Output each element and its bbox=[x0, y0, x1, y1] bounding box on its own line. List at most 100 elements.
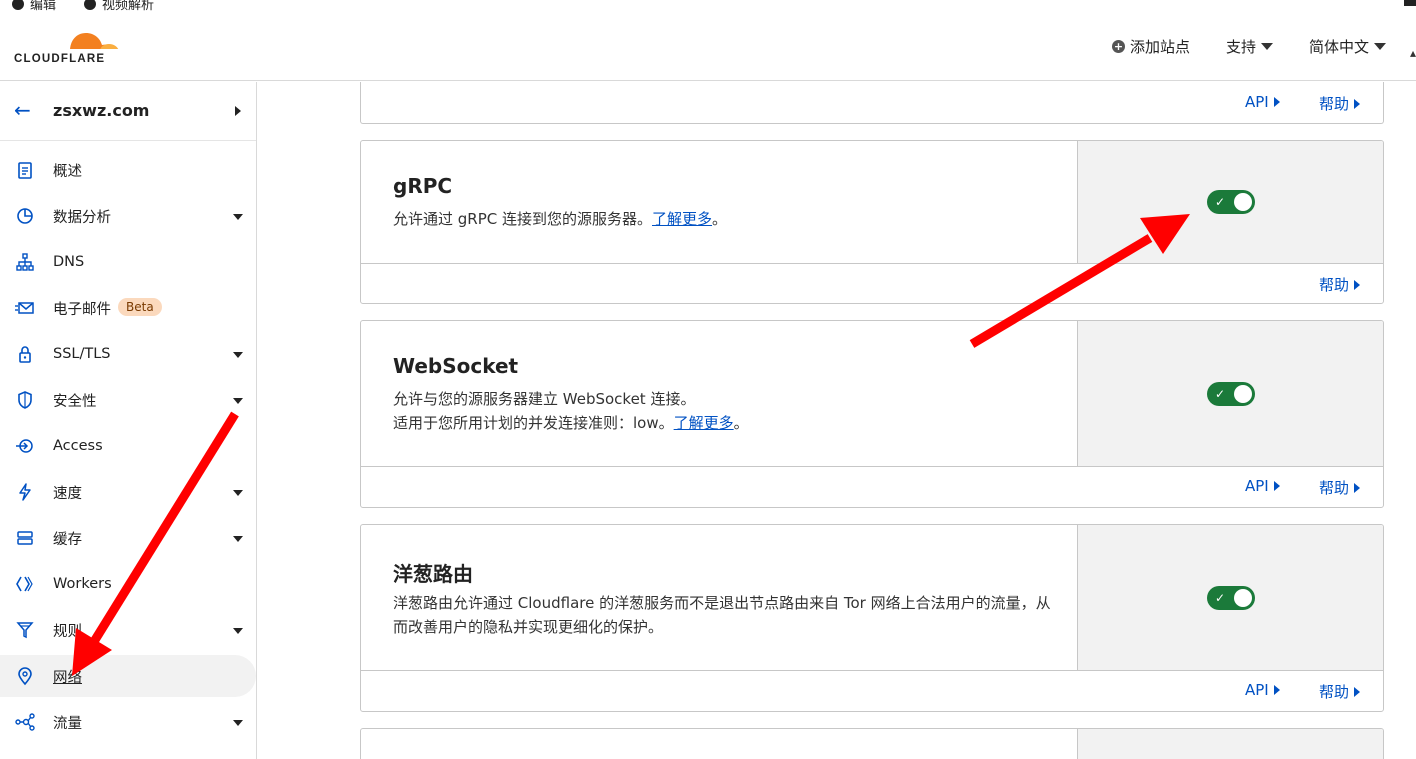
top-header: CLOUDFLARE + 添加站点 支持 简体中文 ▴ bbox=[0, 12, 1416, 81]
help-link[interactable]: 帮助 bbox=[1319, 681, 1361, 702]
help-link[interactable]: 帮助 bbox=[1319, 93, 1361, 114]
onion-routing-card: 洋葱路由 洋葱路由允许通过 Cloudflare 的洋葱服务而不是退出节点路由来… bbox=[360, 524, 1384, 712]
chevron-down-icon[interactable] bbox=[233, 536, 243, 542]
sidebar-item-location-pin[interactable]: 网络 bbox=[0, 655, 256, 697]
lock-icon bbox=[15, 344, 35, 364]
cloud-logo-icon bbox=[70, 33, 120, 51]
sidebar-item-workers[interactable]: Workers bbox=[0, 563, 256, 605]
access-icon bbox=[15, 436, 35, 456]
funnel-icon bbox=[15, 620, 35, 640]
sidebar-item-access[interactable]: Access bbox=[0, 425, 256, 467]
language-dropdown[interactable]: 简体中文 bbox=[1309, 36, 1386, 57]
storage-icon bbox=[15, 528, 35, 548]
triangle-right-icon bbox=[1354, 98, 1361, 109]
chevron-down-icon[interactable] bbox=[233, 490, 243, 496]
sidebar-item-label: SSL/TLS bbox=[53, 346, 111, 362]
add-site-button[interactable]: + 添加站点 bbox=[1111, 36, 1190, 57]
email-icon bbox=[15, 298, 35, 318]
pie-chart-icon bbox=[15, 206, 35, 226]
grpc-toggle[interactable]: ✓ bbox=[1207, 190, 1255, 214]
sidebar-item-funnel[interactable]: 规则 bbox=[0, 609, 256, 651]
check-icon: ✓ bbox=[1215, 591, 1226, 605]
sidebar-item-network-tree[interactable]: DNS bbox=[0, 241, 256, 283]
bookmark-edit[interactable]: 编辑 bbox=[12, 0, 56, 12]
sidebar-item-lightning[interactable]: 速度 bbox=[0, 471, 256, 513]
logo-wordmark: CLOUDFLARE bbox=[14, 53, 106, 65]
header-actions: + 添加站点 支持 简体中文 bbox=[1111, 36, 1386, 57]
card-control bbox=[1077, 729, 1383, 759]
sidebar: ← zsxwz.com 概述数据分析 DNS 电子邮件 Beta SSL/TLS 安全性 A… bbox=[0, 82, 257, 759]
api-link[interactable]: API bbox=[1245, 477, 1280, 495]
bookmark-icon bbox=[12, 0, 24, 10]
chevron-down-icon bbox=[1260, 43, 1273, 50]
triangle-right-icon bbox=[1354, 279, 1361, 290]
triangle-right-icon bbox=[1354, 482, 1361, 493]
support-dropdown[interactable]: 支持 bbox=[1226, 36, 1273, 57]
card-description: 洋葱路由允许通过 Cloudflare 的洋葱服务而不是退出节点路由来自 Tor… bbox=[393, 594, 1051, 636]
card-footer: API 帮助 bbox=[361, 671, 1383, 711]
chevron-down-icon[interactable] bbox=[233, 214, 243, 220]
onion-routing-toggle[interactable]: ✓ bbox=[1207, 586, 1255, 610]
sidebar-item-label: 电子邮件 bbox=[53, 301, 111, 318]
chevron-down-icon[interactable] bbox=[233, 720, 243, 726]
network-tree-icon bbox=[15, 252, 35, 272]
chevron-down-icon[interactable] bbox=[233, 628, 243, 634]
card-body: WebSocket 允许与您的源服务器建立 WebSocket 连接。 适用于您… bbox=[361, 321, 1383, 467]
sidebar-item-storage[interactable]: 缓存 bbox=[0, 517, 256, 559]
card-content: gRPC 允许通过 gRPC 连接到您的源服务器。了解更多。 bbox=[361, 141, 1077, 263]
partial-setting-card: API 帮助 bbox=[360, 82, 1384, 124]
card-footer: API 帮助 bbox=[361, 467, 1383, 507]
websocket-toggle[interactable]: ✓ bbox=[1207, 382, 1255, 406]
traffic-icon bbox=[15, 712, 35, 732]
sidebar-item-label: Access bbox=[53, 438, 103, 454]
help-link[interactable]: 帮助 bbox=[1319, 477, 1361, 498]
learn-more-link[interactable]: 了解更多 bbox=[652, 210, 712, 228]
window-edge bbox=[1404, 0, 1416, 6]
chevron-down-icon[interactable] bbox=[233, 398, 243, 404]
site-name: zsxwz.com bbox=[53, 101, 150, 120]
workers-icon bbox=[15, 574, 35, 594]
help-link[interactable]: 帮助 bbox=[1319, 274, 1361, 295]
chevron-down-icon[interactable] bbox=[233, 352, 243, 358]
sidebar-item-shield[interactable]: 安全性 bbox=[0, 379, 256, 421]
card-title: gRPC bbox=[393, 174, 453, 198]
toggle-knob bbox=[1234, 385, 1252, 403]
sidebar-item-label: 数据分析 bbox=[53, 209, 111, 226]
card-control: ✓ bbox=[1077, 321, 1383, 466]
lightning-icon bbox=[15, 482, 35, 502]
sidebar-item-traffic[interactable]: 流量 bbox=[0, 701, 256, 743]
browser-bookmark-bar: 编辑 视频解析 bbox=[0, 0, 1416, 12]
partial-setting-card-bottom bbox=[360, 728, 1384, 759]
card-footer: 帮助 bbox=[361, 264, 1383, 303]
back-arrow-icon[interactable]: ← bbox=[14, 99, 31, 121]
api-link[interactable]: API bbox=[1245, 681, 1280, 699]
sidebar-item-label: 网络 bbox=[53, 669, 82, 686]
cloudflare-logo[interactable]: CLOUDFLARE bbox=[14, 27, 124, 67]
card-description: 允许与您的源服务器建立 WebSocket 连接。 适用于您所用计划的并发连接准… bbox=[393, 390, 749, 432]
sidebar-item-pie-chart[interactable]: 数据分析 bbox=[0, 195, 256, 237]
location-pin-icon bbox=[15, 666, 35, 686]
check-icon: ✓ bbox=[1215, 195, 1226, 209]
learn-more-link[interactable]: 了解更多 bbox=[674, 414, 734, 432]
bookmark-video-parse[interactable]: 视频解析 bbox=[84, 0, 154, 12]
chevron-right-icon bbox=[235, 106, 241, 116]
sidebar-item-lock[interactable]: SSL/TLS bbox=[0, 333, 256, 375]
card-content: WebSocket 允许与您的源服务器建立 WebSocket 连接。 适用于您… bbox=[361, 321, 1077, 466]
card-title: WebSocket bbox=[393, 354, 519, 378]
sidebar-item-label: Workers bbox=[53, 576, 112, 592]
api-link[interactable]: API bbox=[1245, 93, 1280, 111]
card-title: 洋葱路由 bbox=[393, 562, 473, 586]
check-icon: ✓ bbox=[1215, 387, 1226, 401]
chevron-down-icon bbox=[1374, 43, 1386, 50]
sidebar-item-label: 安全性 bbox=[53, 393, 97, 410]
sidebar-item-label: 缓存 bbox=[53, 531, 82, 548]
triangle-right-icon bbox=[1273, 97, 1280, 107]
sidebar-item-document[interactable]: 概述 bbox=[0, 149, 256, 191]
toggle-knob bbox=[1234, 193, 1252, 211]
plus-circle-icon: + bbox=[1111, 40, 1125, 53]
site-selector[interactable]: ← zsxwz.com bbox=[0, 82, 256, 141]
toggle-knob bbox=[1234, 589, 1252, 607]
sidebar-item-email[interactable]: 电子邮件 Beta bbox=[0, 287, 256, 329]
card-footer: API 帮助 bbox=[361, 82, 1383, 123]
shield-icon bbox=[15, 390, 35, 410]
